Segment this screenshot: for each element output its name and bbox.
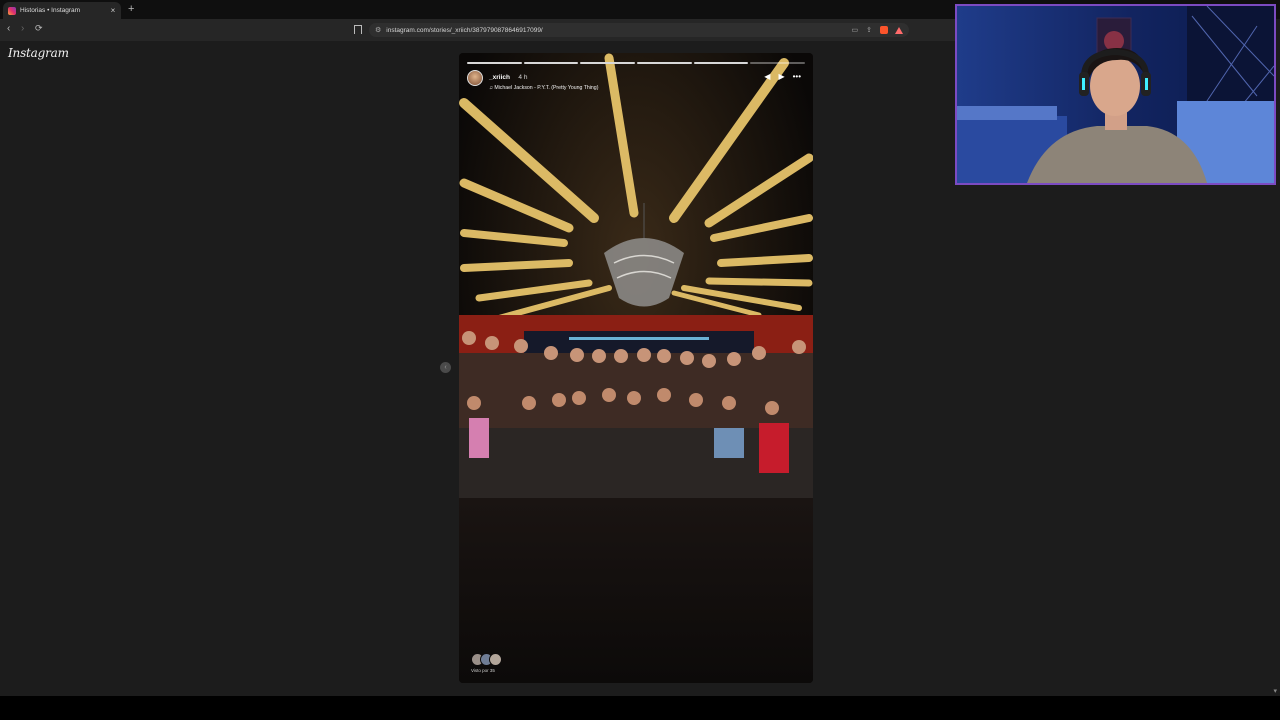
views-count[interactable]: Visto por 35 — [471, 668, 498, 673]
story-photo — [459, 53, 813, 683]
more-options-icon[interactable]: ••• — [793, 72, 801, 81]
story-meta: _xriich 4 h ♫ Michael Jackson - P.Y.T. (… — [489, 66, 598, 91]
viewer-avatar — [489, 653, 502, 666]
mute-icon[interactable]: ◀ — [764, 72, 770, 81]
new-tab-icon[interactable]: + — [128, 3, 134, 15]
browser-toolbar: ‹ › ⟳ ⚙ instagram.com/stories/_xriich/38… — [0, 19, 955, 41]
close-tab-icon[interactable]: × — [108, 6, 118, 15]
address-bar[interactable]: ⚙ instagram.com/stories/_xriich/38797908… — [369, 23, 909, 37]
browser-tab[interactable]: Historias • Instagram × — [3, 2, 121, 19]
scroll-down-icon[interactable]: ▾ — [1273, 687, 1277, 695]
forward-icon[interactable]: › — [21, 23, 24, 34]
story-progress-segment — [467, 62, 522, 64]
taskbar — [0, 696, 1280, 720]
viewer-avatars — [471, 653, 502, 666]
story-time: 4 h — [518, 73, 528, 81]
avatar[interactable] — [467, 70, 483, 86]
instagram-icon — [8, 6, 16, 15]
story-viewer[interactable]: _xriich 4 h ♫ Michael Jackson - P.Y.T. (… — [459, 53, 813, 683]
story-progress-segment — [523, 62, 579, 64]
previous-story-button[interactable]: ‹ — [440, 362, 451, 373]
reload-icon[interactable]: ⟳ — [35, 23, 43, 34]
brave-rewards-icon[interactable] — [895, 26, 903, 34]
story-progress-bar — [467, 62, 806, 64]
site-settings-icon[interactable]: ⚙ — [375, 26, 381, 34]
tab-title: Historias • Instagram — [20, 7, 81, 14]
brave-shield-icon[interactable] — [880, 26, 888, 34]
webcam-overlay — [955, 4, 1276, 185]
story-header: _xriich 4 h ♫ Michael Jackson - P.Y.T. (… — [467, 70, 805, 91]
story-footer[interactable]: Visto por 35 — [471, 653, 502, 673]
story-progress-segment — [750, 62, 806, 64]
bookmark-icon[interactable] — [354, 25, 362, 34]
share-icon[interactable]: ⇪ — [866, 26, 872, 34]
story-progress-segment — [637, 62, 692, 64]
cast-icon[interactable]: ▭ — [852, 26, 859, 34]
story-music[interactable]: ♫ Michael Jackson - P.Y.T. (Pretty Young… — [489, 85, 598, 91]
story-controls: ◀ ▶ ••• — [764, 72, 801, 81]
webcam-image — [957, 6, 1274, 183]
story-progress-segment — [693, 62, 749, 64]
story-username[interactable]: _xriich — [489, 74, 510, 81]
story-progress-segment — [580, 62, 636, 64]
back-icon[interactable]: ‹ — [7, 23, 10, 34]
url-text[interactable]: instagram.com/stories/_xriich/3879790878… — [386, 27, 851, 34]
play-icon[interactable]: ▶ — [778, 72, 784, 81]
instagram-logo[interactable]: Instagram — [8, 46, 69, 60]
